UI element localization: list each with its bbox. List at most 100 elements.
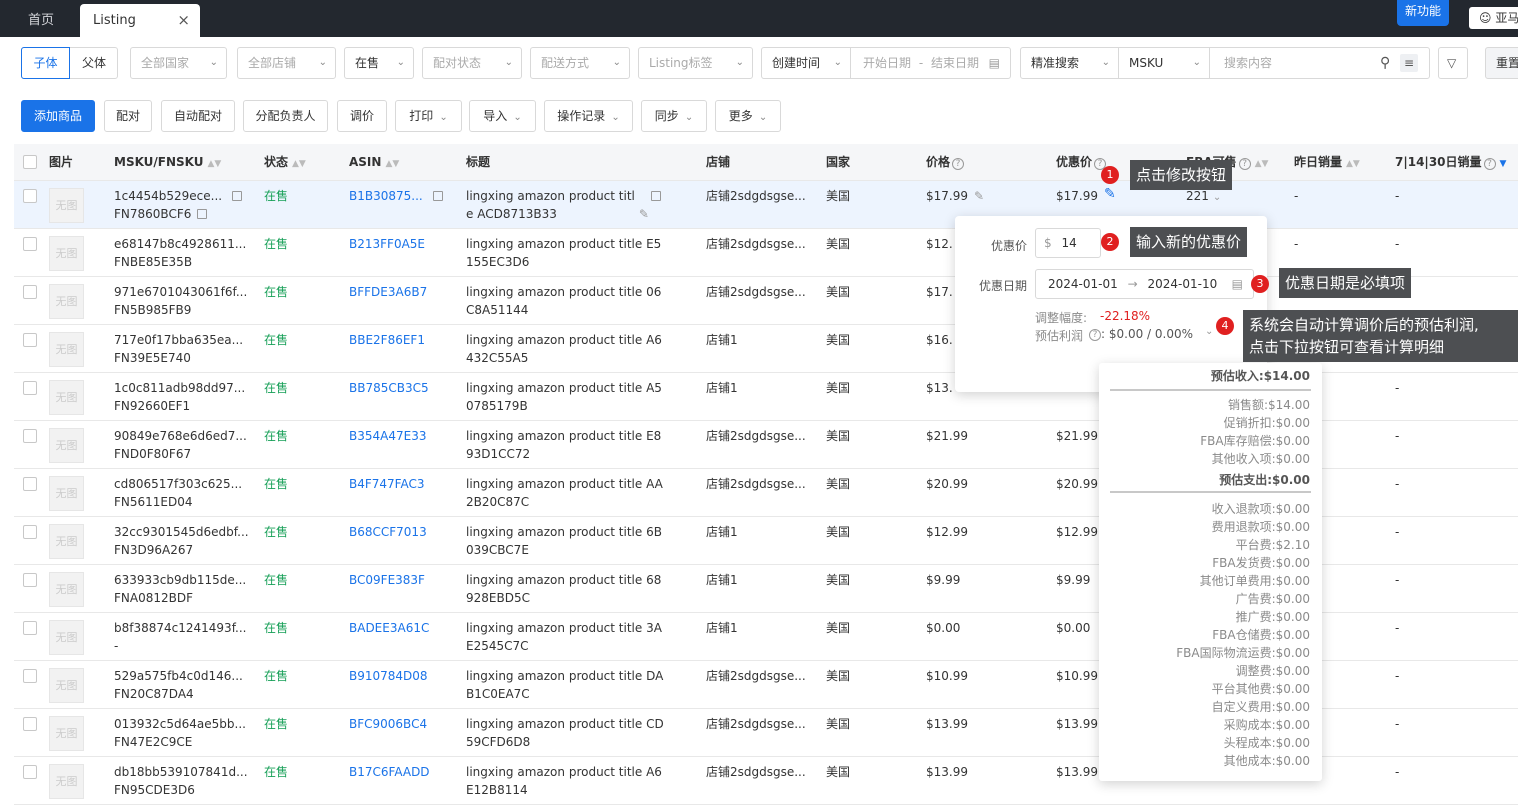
row-checkbox[interactable]: [23, 189, 37, 203]
asin-link[interactable]: B213FF0A5E: [349, 235, 425, 253]
help-icon[interactable]: ?: [1089, 329, 1101, 341]
asin-link[interactable]: B4F747FAC3: [349, 475, 425, 493]
row-checkbox[interactable]: [23, 621, 37, 635]
col-yesterday[interactable]: 昨日销量 ▲▼: [1294, 144, 1360, 181]
sort-icon[interactable]: ▲▼: [208, 159, 222, 169]
store-select[interactable]: 全部店铺 ⌄: [237, 47, 336, 79]
pair-status-select[interactable]: 配对状态 ⌄: [422, 47, 522, 79]
sort-icon[interactable]: ▼: [1500, 159, 1507, 169]
search-field-select[interactable]: MSKU ⌄: [1118, 47, 1210, 79]
row-checkbox[interactable]: [23, 381, 37, 395]
new-feature-badge[interactable]: 新功能: [1397, 0, 1449, 26]
date-range-picker[interactable]: 开始日期 - 结束日期 ▤: [850, 47, 1011, 79]
row-checkbox[interactable]: [23, 285, 37, 299]
auto-pair-button[interactable]: 自动配对: [161, 100, 235, 132]
search-icon[interactable]: ⚲: [1380, 48, 1390, 78]
toggle-child[interactable]: 子体: [21, 47, 70, 79]
filter-icon[interactable]: ▽: [1438, 47, 1468, 79]
user-menu[interactable]: ☺ 亚马: [1469, 7, 1518, 29]
change-value: -22.18%: [1100, 309, 1151, 323]
edit-icon[interactable]: ✎: [974, 189, 984, 203]
asin-link[interactable]: B17C6FAADD: [349, 763, 430, 781]
top-bar: 首页 Listing × 新功能 ☺ 亚马: [0, 0, 1518, 37]
toggle-parent[interactable]: 父体: [70, 48, 118, 78]
copy-icon[interactable]: [232, 191, 243, 201]
time-type-select[interactable]: 创建时间 ⌄: [761, 47, 851, 79]
sale-price-cell: $10.99: [1056, 669, 1098, 683]
asin-link[interactable]: B1B30875...: [349, 187, 443, 205]
row-checkbox[interactable]: [23, 237, 37, 251]
search-mode-select[interactable]: 精准搜索 ⌄: [1020, 47, 1119, 79]
print-button[interactable]: 打印 ⌄: [395, 100, 462, 132]
sale-date-range[interactable]: 2024-01-01 → 2024-01-10 ▤: [1035, 269, 1254, 299]
copy-icon[interactable]: [432, 191, 443, 201]
asin-link[interactable]: B354A47E33: [349, 427, 426, 445]
assign-owner-button[interactable]: 分配负责人: [243, 100, 328, 132]
row-checkbox[interactable]: [23, 429, 37, 443]
pair-button[interactable]: 配对: [104, 100, 152, 132]
title-line2: e ACD8713B33 ✎: [466, 205, 649, 223]
msku-cell: 717e0f17bba635ea...: [114, 331, 243, 349]
edit-icon[interactable]: ✎: [639, 207, 649, 221]
status-select[interactable]: 在售 ⌄: [344, 47, 414, 79]
help-icon[interactable]: ?: [1238, 158, 1251, 170]
search-input[interactable]: 搜索内容 ⚲ ≡: [1209, 47, 1430, 79]
row-checkbox[interactable]: [23, 333, 37, 347]
chevron-down-icon[interactable]: ⌄: [1213, 192, 1221, 203]
sort-icon[interactable]: ▲▼: [1346, 159, 1360, 169]
import-button[interactable]: 导入 ⌄: [469, 100, 536, 132]
asin-link[interactable]: BFFDE3A6B7: [349, 283, 427, 301]
tab-listing[interactable]: Listing ×: [80, 4, 200, 37]
listing-tag-select[interactable]: Listing标签 ⌄: [638, 47, 753, 79]
asin-link[interactable]: B910784D08: [349, 667, 428, 685]
edit-icon[interactable]: ✎: [1104, 186, 1116, 202]
reset-button[interactable]: 重置: [1485, 47, 1518, 79]
store-cell: 店铺2sdgdsgse...: [706, 669, 806, 683]
row-checkbox[interactable]: [23, 765, 37, 779]
row-checkbox[interactable]: [23, 525, 37, 539]
select-all-checkbox[interactable]: [23, 155, 37, 169]
sort-icon[interactable]: ▲▼: [292, 159, 306, 169]
reprice-button[interactable]: 调价: [337, 100, 387, 132]
col-asin[interactable]: ASIN ▲▼: [349, 144, 399, 181]
sort-icon[interactable]: ▲▼: [385, 159, 399, 169]
row-checkbox[interactable]: [23, 477, 37, 491]
row-checkbox[interactable]: [23, 717, 37, 731]
help-icon[interactable]: ?: [952, 158, 965, 170]
list-icon[interactable]: ≡: [1400, 54, 1418, 72]
print-label: 打印: [409, 109, 434, 123]
col-sales[interactable]: 7|14|30日销量? ▼: [1395, 144, 1506, 181]
close-icon[interactable]: ×: [177, 4, 190, 37]
table-row[interactable]: 无图 1c4454b529ece... FN7860BCF6 在售 B1B30875..…: [14, 181, 1518, 229]
expense-item: 自定义费用:$0.00: [1211, 700, 1310, 714]
col-msku[interactable]: MSKU/FNSKU ▲▼: [114, 144, 221, 181]
ship-method-select[interactable]: 配送方式 ⌄: [530, 47, 630, 79]
add-product-button[interactable]: 添加商品: [21, 100, 95, 132]
asin-link[interactable]: B68CCF7013: [349, 523, 427, 541]
help-icon[interactable]: ?: [1483, 158, 1496, 170]
col-status[interactable]: 状态 ▲▼: [264, 144, 306, 181]
msku-cell: e68147b8c4928611...: [114, 235, 246, 253]
copy-icon[interactable]: [197, 209, 208, 219]
country-select[interactable]: 全部国家 ⌄: [130, 47, 227, 79]
step-badge-2: 2: [1101, 233, 1119, 251]
op-log-button[interactable]: 操作记录 ⌄: [544, 100, 633, 132]
chevron-down-icon: ⌄: [1101, 57, 1110, 68]
asin-link[interactable]: BADEE3A61C: [349, 619, 429, 637]
price-text: $0.00: [926, 621, 961, 635]
sale-price-cell: $13.99: [1056, 765, 1098, 779]
copy-icon[interactable]: [650, 191, 661, 201]
sort-icon[interactable]: ▲▼: [1255, 159, 1269, 169]
sync-button[interactable]: 同步 ⌄: [641, 100, 707, 132]
asin-link[interactable]: BC09FE383F: [349, 571, 425, 589]
asin-link[interactable]: BB785CB3C5: [349, 379, 429, 397]
tab-home[interactable]: 首页: [6, 4, 72, 37]
chevron-down-icon[interactable]: ⌄: [1205, 326, 1213, 337]
row-checkbox[interactable]: [23, 573, 37, 587]
sale-price-input[interactable]: $ 14: [1035, 228, 1101, 258]
more-button[interactable]: 更多 ⌄: [715, 100, 781, 132]
row-checkbox[interactable]: [23, 669, 37, 683]
op-log-label: 操作记录: [557, 109, 606, 123]
asin-link[interactable]: BBE2F86EF1: [349, 331, 425, 349]
asin-link[interactable]: BFC9006BC4: [349, 715, 427, 733]
